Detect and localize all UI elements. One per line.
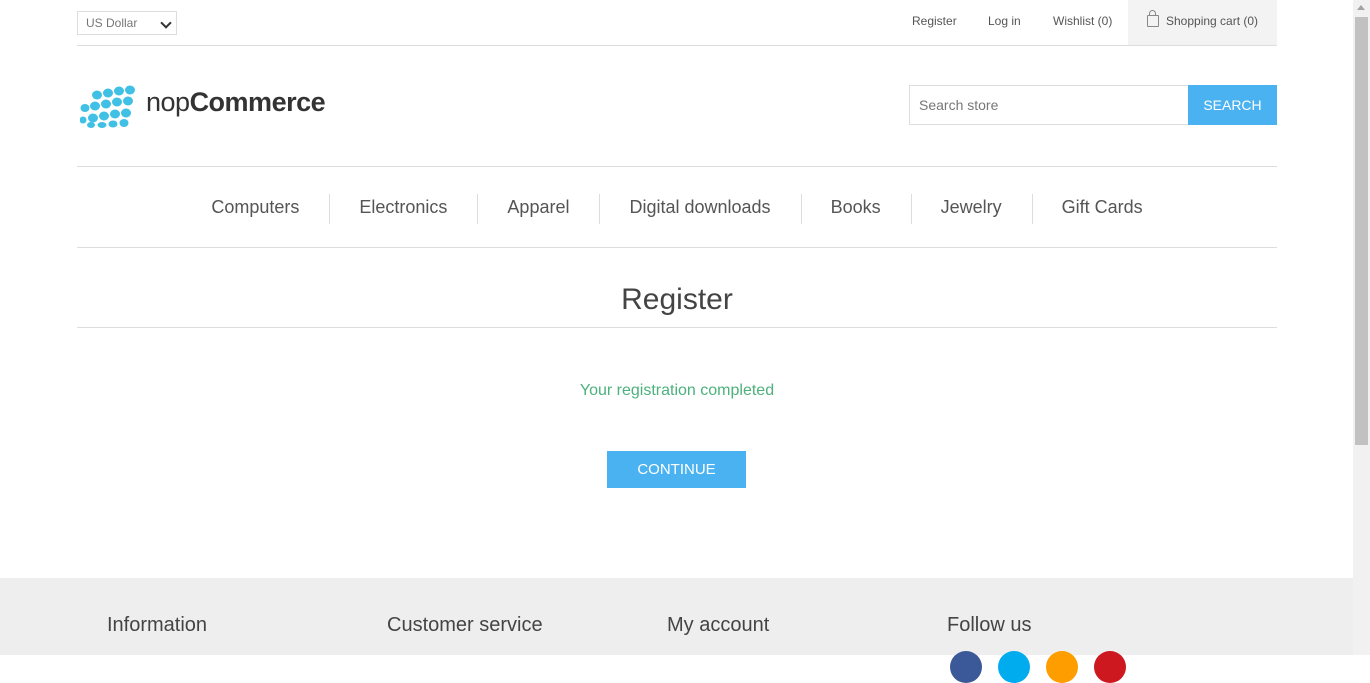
logo-text-suffix: Commerce [189,87,326,117]
logo-text-prefix: nop [146,87,190,117]
menu-item-apparel[interactable]: Apparel [477,193,599,224]
store-logo[interactable]: nopCommerce [80,84,330,128]
currency-select[interactable]: US Dollar [77,11,177,35]
twitter-icon[interactable] [998,651,1030,683]
facebook-icon[interactable] [950,651,982,683]
currency-value: US Dollar [86,16,138,30]
page-title: Register [77,283,1277,328]
menu-item-jewelry[interactable]: Jewelry [910,193,1032,224]
footer-title-follow-us: Follow us [947,614,1032,636]
youtube-icon[interactable] [1094,651,1126,683]
wishlist-link[interactable]: Wishlist (0) [1053,14,1112,28]
logo-text: nopCommerce [146,87,326,118]
menu-item-books[interactable]: Books [800,193,911,224]
chevron-down-icon [160,17,172,29]
page-scrollbar[interactable] [1353,0,1370,655]
register-link[interactable]: Register [912,14,957,28]
shopping-cart-link[interactable]: Shopping cart (0) [1128,0,1277,45]
header-links: US Dollar Register Log in Wishlist (0) S… [77,0,1277,46]
footer: Information Customer service My account … [0,578,1353,683]
search-button[interactable]: Search [1188,85,1277,125]
rss-icon[interactable] [1046,651,1078,683]
menu-item-electronics[interactable]: Electronics [329,193,477,224]
logo-dots-icon [80,85,135,128]
shopping-cart-label: Shopping cart (0) [1166,14,1259,28]
continue-button[interactable]: Continue [607,451,746,488]
registration-result-message: Your registration completed [579,382,775,399]
top-menu: Computers Electronics Apparel Digital do… [77,166,1277,248]
scrollbar-thumb[interactable] [1355,17,1368,445]
menu-item-computers[interactable]: Computers [181,197,329,218]
scroll-up-icon[interactable] [1357,5,1365,10]
shopping-bag-icon [1147,10,1159,27]
footer-title-my-account: My account [667,614,770,636]
login-link[interactable]: Log in [988,14,1021,28]
menu-item-gift-cards[interactable]: Gift Cards [1031,193,1173,224]
menu-item-digital-downloads[interactable]: Digital downloads [599,193,800,224]
footer-title-customer-service: Customer service [387,614,543,636]
search-input[interactable] [909,85,1189,125]
footer-title-information: Information [107,614,208,636]
